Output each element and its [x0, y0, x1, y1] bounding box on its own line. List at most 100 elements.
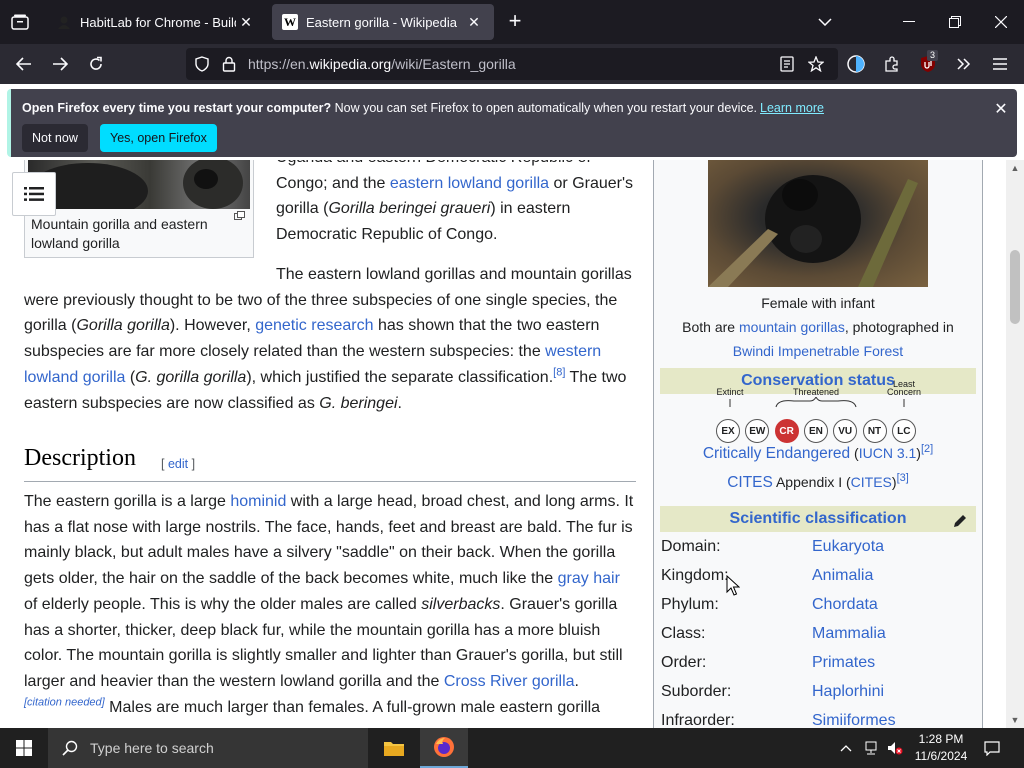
- western-lowland-gorilla-link-cont[interactable]: lowland gorilla: [24, 369, 125, 386]
- iucn-concern-label: Concern: [886, 387, 922, 397]
- file-explorer-icon[interactable]: [370, 728, 418, 768]
- cross-river-gorilla-link[interactable]: Cross River gorilla: [444, 673, 575, 690]
- not-now-button[interactable]: Not now: [22, 124, 88, 152]
- text-line: The eastern lowland gorillas and mountai…: [276, 266, 632, 283]
- taxonomy-rank: Infraorder:: [661, 712, 735, 728]
- bookmark-star-icon[interactable]: [807, 55, 825, 73]
- scientific-classification-heading[interactable]: Scientific classification: [660, 506, 976, 532]
- mouse-pointer-icon: [726, 575, 740, 596]
- mountain-gorillas-link[interactable]: mountain gorillas: [739, 319, 845, 335]
- taxonomy-value-link[interactable]: Simiiformes: [812, 712, 896, 728]
- tab-eastern-gorilla[interactable]: W Eastern gorilla - Wikipedia ✕: [272, 4, 494, 40]
- tab-habitlab[interactable]: HabitLab for Chrome - Build be ✕: [46, 4, 266, 40]
- infobox-caption-1: Female with infant: [761, 295, 875, 311]
- list-all-tabs-icon[interactable]: [0, 0, 40, 44]
- iucn-ex-circle: EX: [716, 419, 740, 443]
- taxonomy-value-link[interactable]: Chordata: [812, 596, 878, 614]
- reload-icon[interactable]: [80, 48, 112, 80]
- more-tools-chevron-icon[interactable]: [948, 48, 980, 80]
- taxonomy-rank: Order:: [661, 654, 707, 671]
- page-scrollbar[interactable]: ▲ ▼: [1006, 160, 1024, 728]
- taxonomy-rank: Kingdom:: [661, 567, 729, 584]
- eastern-lowland-gorilla-link[interactable]: eastern lowland gorilla: [390, 175, 549, 192]
- search-placeholder: Type here to search: [90, 740, 214, 756]
- reader-view-icon[interactable]: [780, 56, 796, 72]
- close-tab-icon[interactable]: ✕: [464, 12, 484, 32]
- critically-endangered-link[interactable]: Critically Endangered: [703, 445, 850, 462]
- clock-time: 1:28 PM: [918, 732, 964, 746]
- taxonomy-value-link[interactable]: Mammalia: [812, 625, 886, 643]
- habitlab-extension-icon[interactable]: [840, 48, 872, 80]
- citation-8[interactable]: [8]: [553, 366, 565, 378]
- gray-hair-link[interactable]: gray hair: [558, 570, 620, 587]
- taxonomy-value-link[interactable]: Primates: [812, 654, 875, 672]
- back-arrow-icon[interactable]: [8, 48, 40, 80]
- citation-3[interactable]: [3]: [897, 472, 909, 484]
- western-lowland-gorilla-link[interactable]: western: [545, 343, 601, 360]
- iucn-en-circle: EN: [803, 419, 828, 443]
- address-bar[interactable]: https://en.wikipedia.org/wiki/Eastern_go…: [186, 48, 838, 80]
- paragraph-intro-end: Uganda and eastern Democratic Republic o…: [276, 160, 646, 248]
- taxonomy-value-link[interactable]: Haplorhini: [812, 683, 884, 701]
- new-tab-button[interactable]: +: [502, 9, 528, 35]
- bwindi-forest-link[interactable]: Bwindi Impenetrable Forest: [733, 343, 903, 359]
- scroll-down-arrow-icon[interactable]: ▼: [1006, 712, 1024, 728]
- yes-open-firefox-button[interactable]: Yes, open Firefox: [100, 124, 217, 152]
- cites-link[interactable]: CITES: [727, 474, 773, 491]
- show-hidden-icons-chevron-icon[interactable]: [836, 728, 856, 768]
- menu-hamburger-icon[interactable]: [984, 48, 1016, 80]
- close-tab-icon[interactable]: ✕: [236, 12, 256, 32]
- url-text[interactable]: https://en.wikipedia.org/wiki/Eastern_go…: [248, 56, 516, 72]
- tab-title: HabitLab for Chrome - Build be: [80, 14, 236, 30]
- edit-section-link: [ edit ]: [161, 457, 196, 471]
- lock-icon[interactable]: [222, 56, 238, 72]
- taskbar-search-box[interactable]: Type here to search: [48, 728, 368, 768]
- taxonomy-row: Suborder: Haplorhini: [661, 683, 977, 712]
- taxonomy-rank: Domain:: [661, 538, 721, 555]
- extensions-puzzle-icon[interactable]: [876, 48, 908, 80]
- windows-start-icon[interactable]: [0, 728, 48, 768]
- table-of-contents-icon[interactable]: [12, 172, 56, 216]
- network-icon[interactable]: [860, 728, 882, 768]
- edit-link[interactable]: edit: [168, 457, 188, 471]
- female-with-infant-image[interactable]: [708, 160, 928, 287]
- cites-source-link[interactable]: CITES: [851, 474, 892, 490]
- tab-overflow-chevron-icon[interactable]: [802, 0, 848, 44]
- iucn-ew-circle: EW: [745, 419, 770, 443]
- iucn-lc-circle: LC: [891, 419, 916, 443]
- scroll-up-arrow-icon[interactable]: ▲: [1006, 160, 1024, 176]
- tab-strip: HabitLab for Chrome - Build be ✕ W Easte…: [0, 0, 1024, 44]
- notifications-icon[interactable]: [978, 728, 1006, 768]
- close-window-icon[interactable]: [978, 0, 1024, 44]
- edit-pencil-icon[interactable]: [952, 513, 970, 531]
- taxonomy-value-link[interactable]: Animalia: [812, 567, 873, 585]
- iucn-nt-circle: NT: [862, 419, 887, 443]
- genetic-research-link[interactable]: genetic research: [255, 317, 373, 334]
- enlarge-icon[interactable]: [234, 211, 245, 223]
- citation-needed-link[interactable]: [citation needed]: [24, 696, 105, 708]
- learn-more-link[interactable]: Learn more: [760, 101, 824, 115]
- infobox-caption-2: Both are mountain gorillas, photographed…: [682, 319, 954, 335]
- article-viewport: Mountain gorilla and eastern lowland gor…: [0, 160, 1024, 728]
- hominid-link[interactable]: hominid: [230, 493, 286, 510]
- thumbnail-figure: Mountain gorilla and eastern lowland gor…: [24, 160, 254, 258]
- gorilla-thumbnail-image[interactable]: [28, 160, 250, 219]
- wikipedia-favicon-icon: W: [282, 14, 298, 30]
- close-notification-icon[interactable]: ✕: [991, 99, 1011, 119]
- citation-2[interactable]: [2]: [921, 443, 933, 455]
- restore-icon[interactable]: [932, 0, 978, 44]
- thumbnail-caption: Mountain gorilla and eastern lowland gor…: [31, 216, 208, 251]
- shield-icon[interactable]: [194, 56, 210, 72]
- volume-muted-icon[interactable]: [884, 728, 906, 768]
- system-clock[interactable]: 1:28 PM 11/6/2024: [906, 731, 976, 765]
- iucn-extinct-label: Extinct: [716, 387, 744, 397]
- text-line: Uganda and eastern Democratic Republic o…: [276, 160, 646, 171]
- firefox-taskbar-icon[interactable]: [420, 728, 468, 768]
- text-line: has a flat nose with large nostrils. The…: [24, 518, 633, 536]
- taxonomy-row: Class: Mammalia: [661, 625, 977, 654]
- scrollbar-thumb[interactable]: [1010, 250, 1020, 324]
- iucn-link[interactable]: IUCN 3.1: [859, 445, 917, 461]
- forward-arrow-icon[interactable]: [44, 48, 76, 80]
- minimize-icon[interactable]: [886, 0, 932, 44]
- taxonomy-value-link[interactable]: Eukaryota: [812, 538, 884, 556]
